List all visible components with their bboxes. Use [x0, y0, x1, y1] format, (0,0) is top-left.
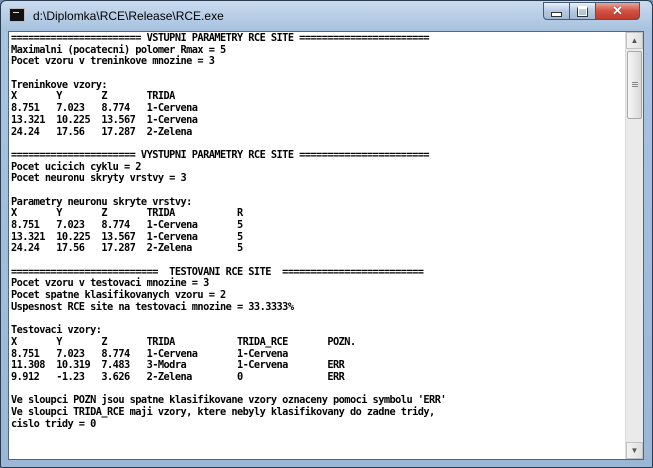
console-line: ====================== VYSTUPNI PARAMETR…: [11, 148, 430, 161]
console-line: 24.24 17.56 17.287 2-Zelena 5: [11, 242, 243, 255]
scrollbar-thumb[interactable]: [627, 51, 642, 119]
console-line: Pocet vzoru v treninkove mnozine = 3: [11, 55, 215, 68]
console-line: cislo tridy = 0: [11, 417, 96, 430]
console-line: Pocet neuronu skryty vrstvy = 3: [11, 172, 187, 185]
console-area[interactable]: ======================= VSTUPNI PARAMETR…: [8, 31, 644, 460]
console-line: Uspesnost RCE site na testovaci mnozine …: [11, 300, 294, 313]
arrow-down-icon: ▼: [630, 446, 639, 455]
close-icon: ✕: [612, 3, 623, 18]
arrow-up-icon: ▲: [630, 36, 639, 45]
console-line: ======================= VSTUPNI PARAMETR…: [11, 33, 430, 44]
console-icon[interactable]: [9, 8, 25, 22]
minimize-icon: [551, 12, 562, 17]
scroll-up-button[interactable]: ▲: [626, 32, 643, 49]
vertical-scrollbar[interactable]: ▲ ▼: [625, 32, 643, 459]
close-button[interactable]: ✕: [595, 2, 640, 20]
title-bar[interactable]: d:\Diplomka\RCE\Release\RCE.exe ✕: [1, 1, 652, 31]
console-window: d:\Diplomka\RCE\Release\RCE.exe ✕ ======…: [0, 0, 653, 468]
minimize-button[interactable]: [543, 2, 570, 20]
scroll-down-button[interactable]: ▼: [626, 442, 643, 459]
maximize-button[interactable]: [569, 2, 596, 20]
console-line: X Y Z TRIDA TRIDA_RCE POZN.: [11, 335, 356, 348]
window-title: d:\Diplomka\RCE\Release\RCE.exe: [33, 9, 224, 23]
maximize-icon: [577, 5, 588, 17]
console-line: 9.912 -1.23 3.626 2-Zelena 0 ERR: [11, 370, 345, 383]
console-line: 8.751 7.023 8.774 1-Cervena 5: [11, 219, 243, 231]
console-line: 24.24 17.56 17.287 2-Zelena: [11, 125, 192, 138]
console-line: 13.321 10.225 13.567 1-Cervena: [11, 113, 198, 126]
console-line: Ve sloupci TRIDA_RCE maji vzory, ktere n…: [11, 406, 435, 418]
console-output: ======================= VSTUPNI PARAMETR…: [11, 33, 625, 459]
